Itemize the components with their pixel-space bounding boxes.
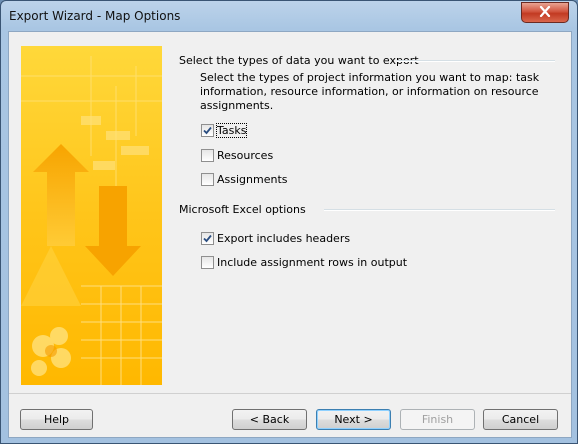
assignments-checkbox-row[interactable]: Assignments: [201, 171, 288, 187]
excel-options-divider: [324, 209, 555, 211]
tasks-checkbox-row[interactable]: Tasks: [201, 122, 248, 138]
cancel-button[interactable]: Cancel: [483, 409, 558, 430]
assignments-label[interactable]: Assignments: [217, 173, 288, 186]
export-types-header: Select the types of data you want to exp…: [179, 54, 419, 67]
close-button[interactable]: [521, 2, 569, 23]
export-headers-checkbox-row[interactable]: Export includes headers: [201, 230, 350, 246]
assignment-rows-checkbox[interactable]: [201, 255, 214, 269]
resources-checkbox[interactable]: [201, 148, 214, 162]
checkmark-icon: [203, 126, 212, 134]
back-button[interactable]: < Back: [232, 409, 307, 430]
wizard-banner-image: [21, 46, 162, 385]
close-icon: [539, 5, 551, 20]
excel-options-header: Microsoft Excel options: [179, 203, 306, 216]
dialog-client-area: Select the types of data you want to exp…: [8, 31, 572, 438]
button-separator: [9, 393, 571, 394]
tasks-checkbox[interactable]: [201, 123, 214, 137]
resources-label[interactable]: Resources: [217, 149, 273, 162]
tasks-label[interactable]: Tasks: [215, 122, 248, 138]
resources-checkbox-row[interactable]: Resources: [201, 147, 273, 163]
export-headers-label[interactable]: Export includes headers: [217, 232, 350, 245]
export-types-description: Select the types of project information …: [200, 71, 540, 112]
export-wizard-window: Export Wizard - Map Options Select the t…: [0, 0, 578, 444]
title-bar[interactable]: Export Wizard - Map Options: [1, 1, 577, 31]
checkmark-icon: [203, 234, 212, 242]
window-title: Export Wizard - Map Options: [9, 9, 181, 23]
assignment-rows-checkbox-row[interactable]: Include assignment rows in output: [201, 254, 407, 270]
export-headers-checkbox[interactable]: [201, 231, 214, 245]
assignment-rows-label[interactable]: Include assignment rows in output: [217, 256, 407, 269]
help-button[interactable]: Help: [20, 409, 93, 430]
next-button[interactable]: Next >: [316, 409, 391, 430]
export-types-divider: [397, 60, 555, 62]
finish-button: Finish: [400, 409, 475, 430]
assignments-checkbox[interactable]: [201, 172, 214, 186]
